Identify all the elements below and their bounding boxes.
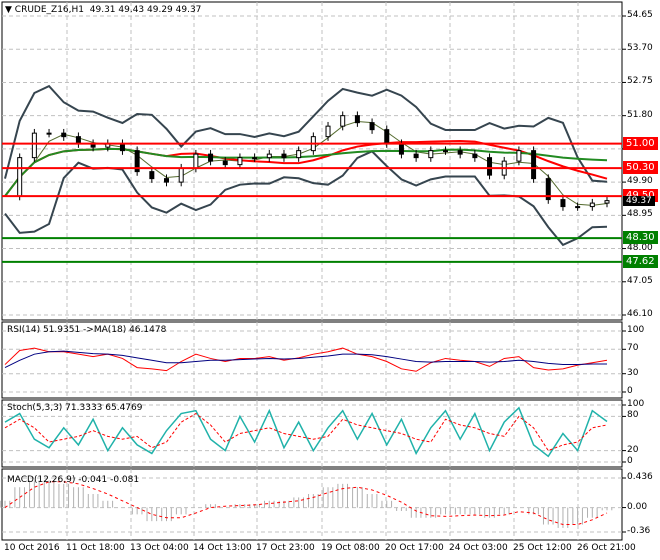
candle-body (560, 199, 566, 208)
level-price-label: 50.30 (623, 161, 658, 175)
candle-body (266, 153, 272, 159)
candle-body (281, 153, 287, 159)
time-tick-label: 10 Oct 2016 (4, 543, 60, 553)
stoch-tick-label: 100 (627, 399, 645, 409)
candle-body (237, 157, 243, 166)
price-tick-label: 49.90 (627, 176, 653, 187)
candle-body (178, 167, 184, 183)
candle-body (354, 115, 360, 124)
price-tick-label: 52.75 (627, 76, 653, 87)
symbol-label: CRUDE_Z16,H1 (14, 5, 85, 15)
stoch-tick-label: 80 (627, 410, 639, 421)
time-tick-label: 24 Oct 03:00 (449, 543, 508, 553)
candle-body (398, 143, 404, 155)
candle-body (296, 150, 302, 159)
stoch-tick-label: 20 (627, 444, 639, 455)
candle-body (487, 157, 493, 176)
candle-body (208, 153, 214, 162)
chart-header[interactable]: ▼ CRUDE_Z16,H1 49.31 49.43 49.29 49.37 (5, 5, 201, 15)
price-tick-label: 53.70 (627, 43, 653, 54)
candle-body (222, 160, 228, 166)
stoch-tick-label: 0 (627, 456, 633, 466)
price-tick-label: 51.80 (627, 109, 653, 120)
candle-body (413, 153, 419, 159)
candle-body (575, 206, 581, 209)
candle-body (17, 157, 23, 197)
candle-body (164, 178, 170, 183)
rsi-tick-label: 100 (627, 325, 645, 335)
macd-tick-label: 0.00 (627, 501, 648, 512)
price-tick-label: 54.65 (627, 10, 653, 20)
price-tick-label: 46.10 (627, 309, 653, 319)
rsi-tick-label: 70 (627, 343, 639, 354)
time-tick-label: 20 Oct 17:00 (385, 543, 444, 553)
rsi-label: RSI(14) 51.9351 ->MA(18) 46.1478 (7, 325, 167, 335)
trading-chart: ▼ CRUDE_Z16,H1 49.31 49.43 49.29 49.37 R… (0, 0, 660, 560)
collapse-arrow-icon[interactable]: ▼ (5, 5, 12, 15)
time-tick-label: 26 Oct 21:00 (577, 543, 636, 553)
time-tick-label: 11 Oct 18:00 (66, 543, 125, 553)
macd-label: MACD(12,26,9) -0.041 -0.081 (7, 475, 140, 485)
rsi-tick-label: 0 (627, 386, 633, 396)
price-tick-label: 47.05 (627, 275, 653, 286)
candle-body (119, 143, 125, 152)
time-tick-label: 19 Oct 08:00 (321, 543, 380, 553)
candle-body (369, 122, 375, 131)
candle-body (531, 150, 537, 180)
price-tick-label: 48.95 (627, 209, 653, 220)
stoch-label: Stoch(5,3,3) 71.3333 65.4769 (7, 403, 143, 413)
candle-body (46, 132, 52, 135)
candle-body (589, 202, 595, 208)
candle-body (75, 136, 81, 145)
level-price-label: 51.00 (623, 136, 658, 150)
time-tick-label: 13 Oct 04:00 (130, 543, 189, 553)
time-tick-label: 17 Oct 23:00 (256, 543, 315, 553)
macd-tick-label: -0.36 (627, 526, 651, 536)
candle-body (193, 153, 199, 169)
candle-body (325, 125, 331, 138)
candle-body (252, 157, 258, 160)
candle-body (149, 171, 155, 180)
level-price-label: 48.30 (623, 231, 658, 245)
time-tick-label: 14 Oct 13:00 (193, 543, 252, 553)
candle-body (31, 132, 37, 159)
candle-body (442, 150, 448, 153)
time-tick-label: 25 Oct 12:00 (513, 543, 572, 553)
candle-body (472, 153, 478, 159)
candle-body (340, 115, 346, 127)
candle-body (457, 150, 463, 155)
candle-body (604, 200, 610, 204)
level-price-label: 47.62 (623, 254, 658, 268)
ohlc-values: 49.31 49.43 49.29 49.37 (89, 5, 202, 15)
candle-body (61, 132, 67, 138)
candle-body (428, 150, 434, 159)
candle-body (384, 129, 390, 145)
candle-body (516, 150, 522, 162)
current-price-label: 49.37 (623, 195, 655, 206)
macd-tick-label: 0.436 (627, 472, 653, 482)
rsi-tick-label: 30 (627, 367, 639, 378)
